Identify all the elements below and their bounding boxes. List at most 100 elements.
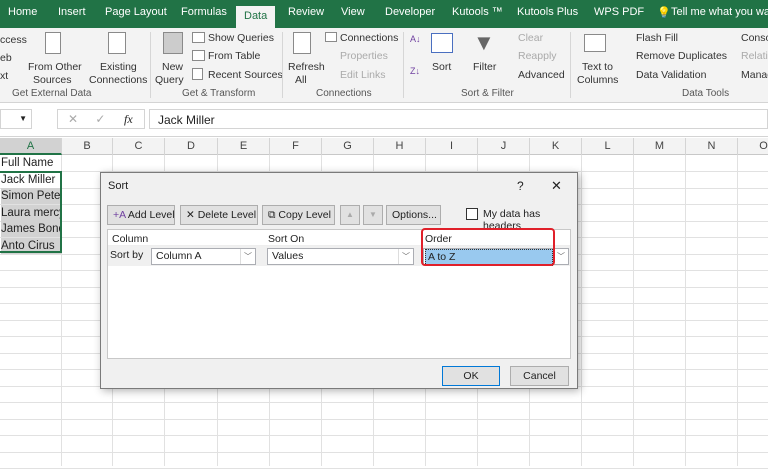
column-header-M[interactable]: M xyxy=(634,138,686,155)
column-header-J[interactable]: J xyxy=(478,138,530,155)
properties-button[interactable]: Properties xyxy=(340,50,388,62)
text-to-columns-button[interactable]: Text to xyxy=(582,61,613,73)
sort-dialog: Sort ? ✕ +A Add Level ✕ Delete Level ⧉ C… xyxy=(100,172,578,389)
sort-on-dropdown[interactable]: Values ﹀ xyxy=(267,248,414,265)
cell-A1[interactable]: Full Name xyxy=(1,155,62,171)
column-dropdown[interactable]: Column A ﹀ xyxy=(151,248,256,265)
column-header-F[interactable]: F xyxy=(270,138,322,155)
from-access-button[interactable]: ccess xyxy=(0,34,27,46)
tab-kutools[interactable]: Kutools ™ xyxy=(452,6,503,18)
tab-wps-pdf[interactable]: WPS PDF xyxy=(594,6,644,18)
edit-links-button[interactable]: Edit Links xyxy=(340,69,386,81)
formula-input[interactable]: Jack Miller xyxy=(149,109,768,129)
column-header-N[interactable]: N xyxy=(686,138,738,155)
gridline xyxy=(0,418,768,420)
divider xyxy=(150,32,151,98)
move-down-button[interactable]: ▼ xyxy=(363,205,383,225)
recent-sources-icon xyxy=(192,68,203,80)
add-level-label: Add Level xyxy=(127,209,175,221)
column-header-K[interactable]: K xyxy=(530,138,582,155)
relationships-button[interactable]: Relatio xyxy=(741,50,768,62)
insert-function-button[interactable]: fx xyxy=(124,112,133,127)
flash-fill-button[interactable]: Flash Fill xyxy=(636,32,678,44)
filter-button[interactable]: Filter xyxy=(473,61,496,73)
tab-insert[interactable]: Insert xyxy=(58,6,86,18)
tab-developer[interactable]: Developer xyxy=(385,6,435,18)
copy-level-label: Copy Level xyxy=(278,209,331,221)
column-header-I[interactable]: I xyxy=(426,138,478,155)
show-queries-button[interactable]: Show Queries xyxy=(208,32,274,44)
column-header-D[interactable]: D xyxy=(165,138,218,155)
column-header-C[interactable]: C xyxy=(113,138,165,155)
tab-data[interactable]: Data xyxy=(236,6,276,28)
delete-level-button[interactable]: ✕ Delete Level xyxy=(180,205,258,225)
tab-formulas[interactable]: Formulas xyxy=(181,6,227,18)
move-up-button[interactable]: ▲ xyxy=(340,205,360,225)
sort-by-label: Sort by xyxy=(110,249,144,261)
divider xyxy=(282,32,283,98)
close-button[interactable]: ✕ xyxy=(551,178,562,194)
data-validation-button[interactable]: Data Validation xyxy=(636,69,706,81)
tab-kutools-plus[interactable]: Kutools Plus xyxy=(517,6,578,18)
sort-a-to-z-button[interactable]: A↓ xyxy=(410,34,421,44)
column-headers: ABCDEFGHIJKLMNO xyxy=(0,138,768,155)
divider xyxy=(570,32,571,98)
show-queries-icon xyxy=(192,32,205,43)
manage-data-model-button[interactable]: Manag xyxy=(741,69,768,81)
gridline xyxy=(0,451,768,453)
existing-connections-icon xyxy=(108,32,126,54)
existing-connections-button[interactable]: Existing xyxy=(100,61,137,73)
reapply-button[interactable]: Reapply xyxy=(518,50,557,62)
from-table-button[interactable]: From Table xyxy=(208,50,260,62)
lightbulb-icon: 💡 xyxy=(657,7,671,19)
consolidate-button[interactable]: Conso xyxy=(741,32,768,44)
connections-icon xyxy=(325,32,337,42)
group-get-external-data: Get External Data xyxy=(12,88,92,99)
new-query-button[interactable]: New xyxy=(162,61,183,73)
column-header-O[interactable]: O xyxy=(738,138,768,155)
from-other-sources-button[interactable]: From Other xyxy=(28,61,82,73)
dialog-title: Sort xyxy=(108,180,129,192)
from-other-sources-icon xyxy=(45,32,61,54)
connections-button[interactable]: Connections xyxy=(340,32,398,44)
new-query-icon xyxy=(163,32,183,54)
advanced-button[interactable]: Advanced xyxy=(518,69,565,81)
gridline xyxy=(0,435,768,436)
from-web-button[interactable]: eb xyxy=(0,52,12,64)
help-button[interactable]: ? xyxy=(517,179,524,193)
from-text-button[interactable]: xt xyxy=(0,70,8,82)
options-button[interactable]: Options... xyxy=(386,205,441,225)
ribbon: ccess eb xt From Other Sources Existing … xyxy=(0,28,768,103)
group-get-transform: Get & Transform xyxy=(182,88,256,99)
column-header-H[interactable]: H xyxy=(374,138,426,155)
tab-page-layout[interactable]: Page Layout xyxy=(105,6,167,18)
highlight-box xyxy=(421,228,555,266)
column-header-L[interactable]: L xyxy=(582,138,634,155)
chevron-down-icon: ﹀ xyxy=(240,249,255,264)
add-level-button[interactable]: +A Add Level xyxy=(107,205,175,225)
clear-button[interactable]: Clear xyxy=(518,32,543,44)
recent-sources-button[interactable]: Recent Sources xyxy=(208,69,283,81)
tab-review[interactable]: Review xyxy=(288,6,324,18)
ok-button[interactable]: OK xyxy=(442,366,500,386)
remove-duplicates-button[interactable]: Remove Duplicates xyxy=(636,50,727,62)
sort-button[interactable]: Sort xyxy=(432,61,451,73)
refresh-all-label: All xyxy=(295,74,307,86)
cancel-button[interactable]: Cancel xyxy=(510,366,569,386)
headers-checkbox[interactable] xyxy=(466,208,478,220)
tell-me-search[interactable]: Tell me what you want xyxy=(671,6,768,18)
copy-level-button[interactable]: ⧉ Copy Level xyxy=(262,205,335,225)
column-header: Column xyxy=(112,233,149,245)
tab-home[interactable]: Home xyxy=(8,6,37,18)
column-header-B[interactable]: B xyxy=(62,138,113,155)
tab-view[interactable]: View xyxy=(341,6,365,18)
sort-z-to-a-button[interactable]: Z↓ xyxy=(410,66,420,76)
sort-on-value: Values xyxy=(272,250,304,262)
column-header-G[interactable]: G xyxy=(322,138,374,155)
name-box[interactable]: ▼ xyxy=(0,109,32,129)
delete-icon: ✕ xyxy=(186,209,198,221)
refresh-all-button[interactable]: Refresh xyxy=(288,61,325,73)
column-header-A[interactable]: A xyxy=(0,138,62,155)
chevron-down-icon: ﹀ xyxy=(553,249,568,264)
column-header-E[interactable]: E xyxy=(218,138,270,155)
